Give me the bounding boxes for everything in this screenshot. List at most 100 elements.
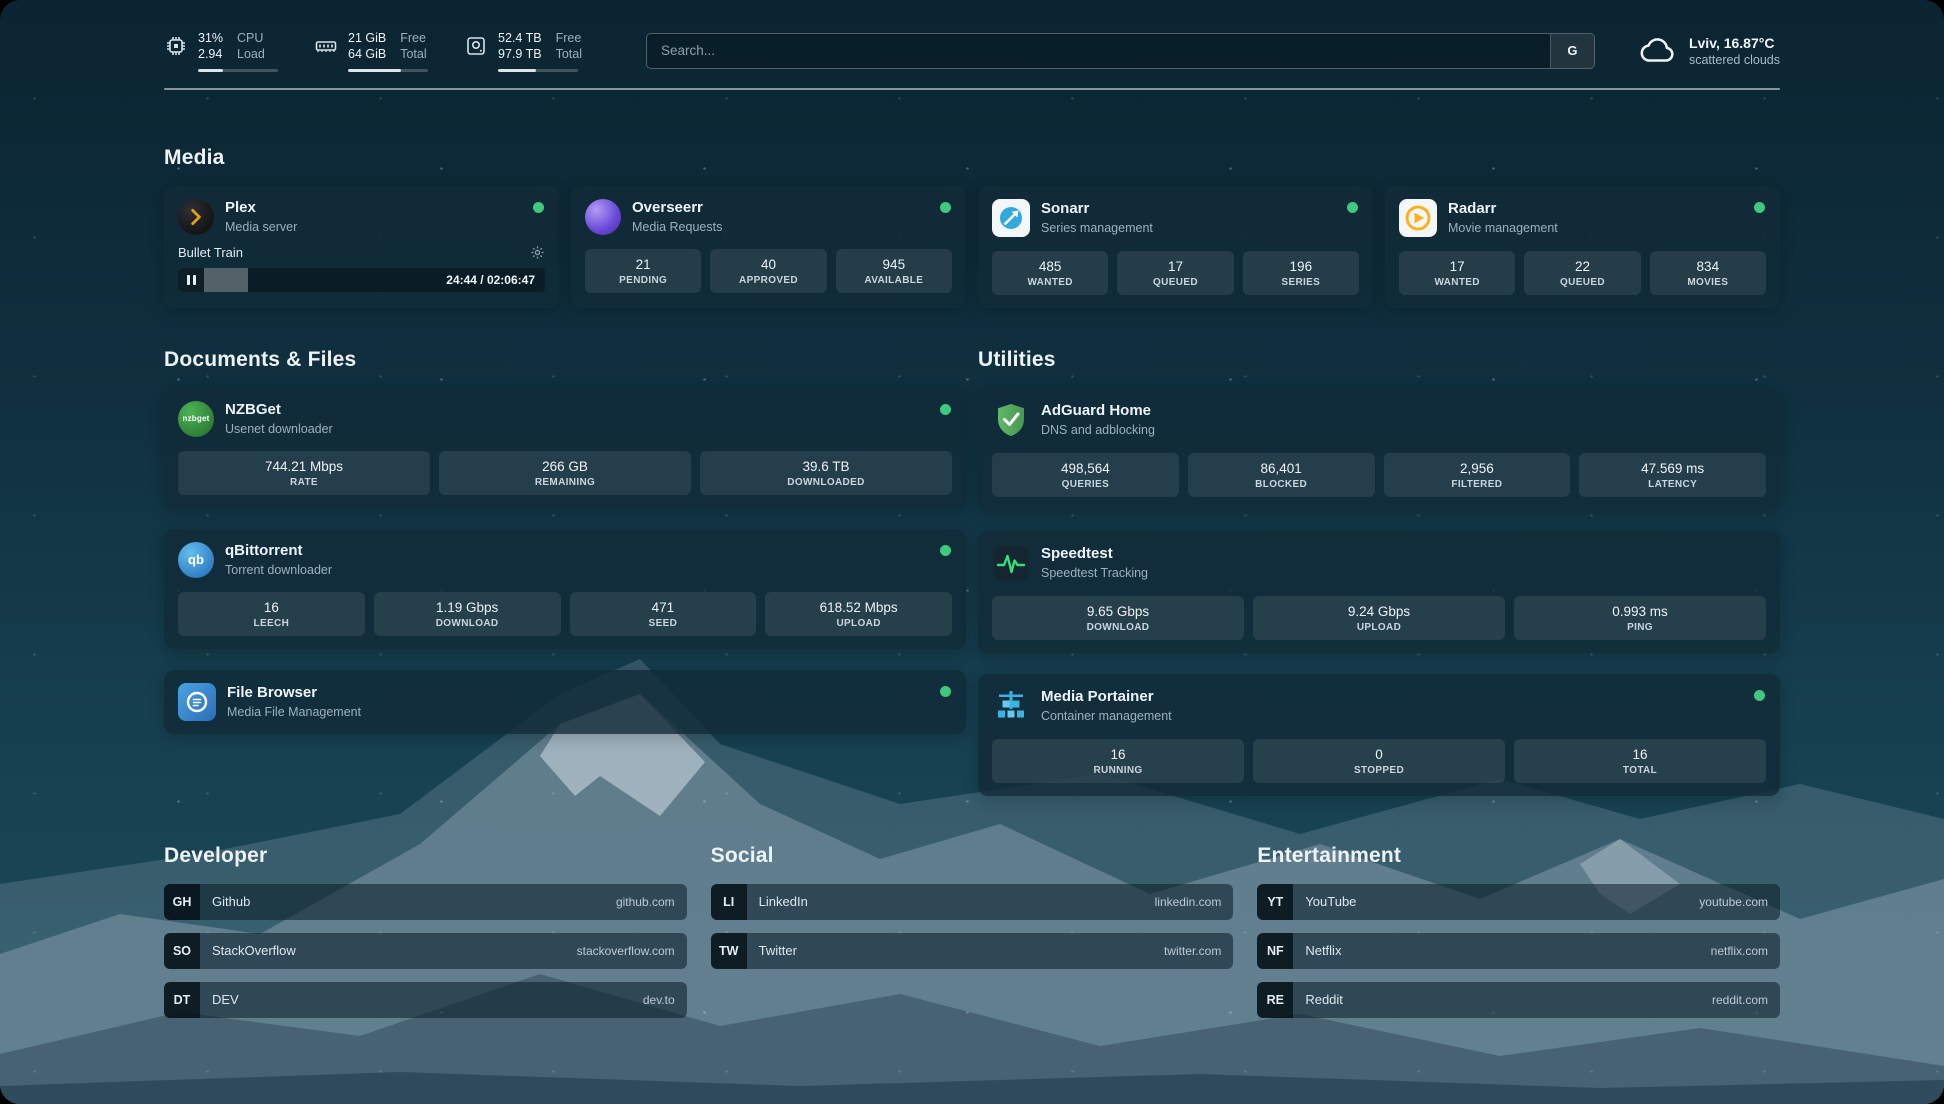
section-title-developer: Developer — [164, 844, 687, 868]
app-title: Radarr — [1448, 200, 1558, 218]
links-column-entertainment: Entertainment YT YouTube youtube.com NF … — [1257, 844, 1780, 1031]
playback-progress-bar[interactable]: 24:44 / 02:06:47 — [178, 268, 545, 292]
stat-box: 744.21 Mbps RATE — [178, 451, 430, 495]
app-title: File Browser — [227, 684, 361, 702]
app-card-speedtest[interactable]: Speedtest Speedtest Tracking 9.65 Gbps D… — [978, 531, 1780, 653]
now-playing-title: Bullet Train — [178, 245, 243, 260]
dashboard-screen: 31% 2.94 CPU Load — [0, 0, 1944, 1104]
disk-usage-bar — [498, 69, 578, 72]
stat-box: 39.6 TB DOWNLOADED — [700, 451, 952, 495]
section-title-media: Media — [164, 146, 1780, 170]
cpu-label-top: CPU — [237, 30, 265, 46]
filebrowser-icon — [178, 683, 216, 721]
header-divider — [164, 88, 1780, 90]
app-subtitle: Media File Management — [227, 705, 361, 719]
memory-free: 21 GiB — [348, 30, 386, 46]
cpu-widget: 31% 2.94 CPU Load — [164, 30, 278, 72]
stat-box: 471 SEED — [570, 592, 757, 636]
memory-label-bottom: Total — [400, 46, 426, 62]
adguard-shield-icon — [992, 401, 1030, 439]
app-subtitle: DNS and adblocking — [1041, 423, 1155, 437]
app-card-adguard[interactable]: AdGuard Home DNS and adblocking 498,564 … — [978, 388, 1780, 510]
memory-widget: 21 GiB 64 GiB Free Total — [314, 30, 428, 72]
disk-widget: 52.4 TB 97.9 TB Free Total — [464, 30, 582, 72]
bookmark-github[interactable]: GH Github github.com — [164, 884, 687, 920]
youtube-icon: YT — [1257, 884, 1293, 920]
app-subtitle: Container management — [1041, 709, 1172, 723]
linkedin-icon: LI — [711, 884, 747, 920]
app-card-plex[interactable]: Plex Media server Bullet Train — [164, 186, 559, 308]
bookmark-stackoverflow[interactable]: SO StackOverflow stackoverflow.com — [164, 933, 687, 969]
links-column-social: Social LI LinkedIn linkedin.com TW Twitt… — [711, 844, 1234, 1031]
app-card-portainer[interactable]: Media Portainer Container management 16 … — [978, 674, 1780, 796]
cpu-load: 2.94 — [198, 46, 223, 62]
stat-box: 17 WANTED — [1399, 251, 1515, 295]
twitter-icon: TW — [711, 933, 747, 969]
playback-time: 24:44 / 02:06:47 — [446, 268, 535, 292]
section-title-utilities: Utilities — [978, 348, 1780, 372]
app-title: AdGuard Home — [1041, 402, 1155, 420]
app-card-qbittorrent[interactable]: qb qBittorrent Torrent downloader 16 — [164, 529, 966, 649]
app-title: NZBGet — [225, 401, 333, 419]
bookmark-reddit[interactable]: RE Reddit reddit.com — [1257, 982, 1780, 1018]
app-card-radarr[interactable]: Radarr Movie management 17 WANTED 22 QUE… — [1385, 186, 1780, 308]
stat-box: 47.569 ms LATENCY — [1579, 453, 1766, 497]
bookmark-twitter[interactable]: TW Twitter twitter.com — [711, 933, 1234, 969]
stat-box: 16 TOTAL — [1514, 739, 1766, 783]
memory-total: 64 GiB — [348, 46, 386, 62]
links-column-developer: Developer GH Github github.com SO StackO… — [164, 844, 687, 1031]
reddit-icon: RE — [1257, 982, 1293, 1018]
app-card-sonarr[interactable]: Sonarr Series management 485 WANTED 17 Q… — [978, 186, 1373, 308]
disk-total: 97.9 TB — [498, 46, 542, 62]
search-bar[interactable]: G — [646, 33, 1595, 69]
search-engine-button[interactable]: G — [1550, 34, 1594, 68]
stat-box: 2,956 FILTERED — [1384, 453, 1571, 497]
netflix-icon: NF — [1257, 933, 1293, 969]
section-title-entertainment: Entertainment — [1257, 844, 1780, 868]
stat-box: 498,564 QUERIES — [992, 453, 1179, 497]
disk-free: 52.4 TB — [498, 30, 542, 46]
top-bar: 31% 2.94 CPU Load — [164, 0, 1780, 72]
stat-box: 0 STOPPED — [1253, 739, 1505, 783]
app-card-filebrowser[interactable]: File Browser Media File Management — [164, 670, 966, 734]
cpu-chip-icon — [164, 34, 188, 58]
status-dot — [1754, 202, 1765, 213]
pause-icon[interactable] — [178, 268, 204, 292]
stat-box: 266 GB REMAINING — [439, 451, 691, 495]
app-title: Overseerr — [632, 199, 722, 217]
app-subtitle: Media server — [225, 220, 297, 234]
search-input[interactable] — [647, 43, 1550, 58]
stat-box: 16 LEECH — [178, 592, 365, 636]
radarr-icon — [1399, 199, 1437, 237]
nzbget-icon: nzbget — [178, 401, 214, 437]
section-title-documents: Documents & Files — [164, 348, 966, 372]
stat-box: 834 MOVIES — [1650, 251, 1766, 295]
status-dot — [1754, 690, 1765, 701]
bookmark-netflix[interactable]: NF Netflix netflix.com — [1257, 933, 1780, 969]
stat-box: 485 WANTED — [992, 251, 1108, 295]
app-subtitle: Speedtest Tracking — [1041, 566, 1148, 580]
stat-box: 22 QUEUED — [1524, 251, 1640, 295]
stat-box: 196 SERIES — [1243, 251, 1359, 295]
app-card-nzbget[interactable]: nzbget NZBGet Usenet downloader 744.21 M… — [164, 388, 966, 508]
status-dot — [1347, 202, 1358, 213]
cpu-usage-bar — [198, 69, 278, 72]
cpu-label-bottom: Load — [237, 46, 265, 62]
bookmark-youtube[interactable]: YT YouTube youtube.com — [1257, 884, 1780, 920]
weather-location-temp: Lviv, 16.87°C — [1689, 35, 1780, 51]
app-title: Media Portainer — [1041, 688, 1172, 706]
app-card-overseerr[interactable]: Overseerr Media Requests 21 PENDING 40 A… — [571, 186, 966, 308]
app-subtitle: Media Requests — [632, 220, 722, 234]
overseerr-icon — [585, 199, 621, 235]
bookmark-dev[interactable]: DT DEV dev.to — [164, 982, 687, 1018]
sonarr-icon — [992, 199, 1030, 237]
gear-icon[interactable] — [530, 245, 545, 260]
status-dot — [940, 545, 951, 556]
app-subtitle: Torrent downloader — [225, 563, 332, 577]
qbittorrent-icon: qb — [178, 542, 214, 578]
stackoverflow-icon: SO — [164, 933, 200, 969]
bookmark-linkedin[interactable]: LI LinkedIn linkedin.com — [711, 884, 1234, 920]
stat-box: 9.65 Gbps DOWNLOAD — [992, 596, 1244, 640]
app-title: Plex — [225, 199, 297, 217]
status-dot — [940, 686, 951, 697]
